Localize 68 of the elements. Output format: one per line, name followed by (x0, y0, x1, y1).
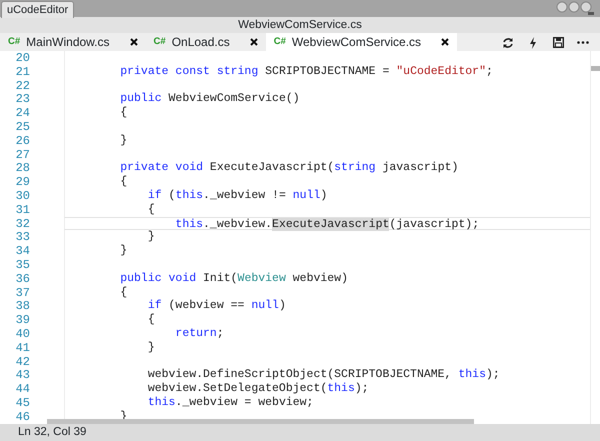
line-number: 38 (14, 299, 31, 314)
line-number: 43 (14, 368, 31, 382)
file-tab[interactable]: C# WebviewComService.cs (266, 33, 458, 51)
line-number: 20 (14, 51, 31, 65)
code-line: private void ExecuteJavascript(string javascript) (119, 161, 458, 176)
refresh-icon (502, 36, 514, 49)
more-icon (577, 41, 589, 44)
line-number: 24 (14, 106, 31, 120)
line-number: 36 (14, 272, 31, 286)
close-icon[interactable] (441, 38, 450, 46)
line-number: 32 (14, 216, 31, 230)
line-number: 34 (14, 244, 31, 258)
line-number: 33 (14, 230, 31, 244)
code-line: { (146, 313, 155, 327)
horizontal-scrollbar[interactable] (47, 419, 474, 424)
code-line: this._webview = webview; (146, 396, 314, 410)
code-line: if (webview == null) (146, 299, 286, 314)
file-type-label: C# (8, 34, 20, 49)
line-number: 44 (14, 382, 31, 396)
tab-label: WebviewComService.cs (292, 34, 422, 51)
line-number: 39 (14, 313, 31, 327)
code-line: } (146, 230, 155, 244)
file-tab[interactable]: C# OnLoad.cs (146, 33, 266, 51)
line-number: 29 (14, 175, 31, 189)
file-type-label: C# (154, 34, 166, 49)
tab-label: MainWindow.cs (26, 34, 110, 51)
line-number: 40 (14, 326, 31, 341)
code-line: } (119, 244, 128, 258)
line-number: 46 (14, 410, 31, 424)
code-line: } (119, 134, 128, 148)
lightning-icon (529, 36, 537, 49)
line-number: 31 (14, 202, 31, 217)
line-number: 45 (14, 396, 31, 410)
code-line: webview.SetDelegateObject(this); (146, 382, 369, 396)
code-line: { (146, 202, 155, 217)
save-icon (552, 37, 564, 48)
code-line: { (119, 175, 128, 189)
code-line: return; (174, 326, 224, 341)
line-number: 42 (14, 354, 31, 368)
file-tab[interactable]: C# MainWindow.cs (0, 33, 146, 51)
window-title: WebviewComService.cs (238, 19, 362, 31)
close-icon[interactable] (250, 38, 258, 46)
line-number: 21 (14, 64, 31, 79)
line-number: 23 (14, 92, 31, 106)
code-line: public WebviewComService() (119, 92, 300, 106)
code-line: webview.DefineScriptObject(SCRIPTOBJECTNAME, this); (146, 368, 500, 382)
code-line: { (119, 106, 128, 120)
file-type-label: C# (274, 34, 286, 49)
line-number: 41 (14, 340, 31, 355)
line-number: 25 (14, 120, 31, 134)
line-number: 28 (14, 161, 31, 176)
line-number: 35 (14, 258, 31, 272)
code-line: public void Init(Webview webview) (119, 272, 348, 286)
window-controls-icon[interactable] (556, 1, 596, 15)
close-icon[interactable] (130, 38, 138, 46)
cursor-position: Ln 32, Col 39 (18, 426, 86, 438)
line-number: 27 (14, 148, 31, 162)
line-number: 30 (14, 188, 31, 203)
code-line: this._webview.ExecuteJavascript(javascript); (174, 218, 480, 230)
line-number: 22 (14, 78, 31, 92)
line-number: 26 (14, 134, 31, 148)
code-line: private const string SCRIPTOBJECTNAME = "uCodeEditor"; (119, 64, 493, 79)
code-line: if (this._webview != null) (146, 188, 328, 203)
tab-label: OnLoad.cs (172, 34, 230, 51)
line-number: 37 (14, 286, 31, 300)
code-line: { (119, 286, 128, 300)
app-tab[interactable]: uCodeEditor (1, 1, 74, 18)
code-line: } (146, 340, 155, 355)
